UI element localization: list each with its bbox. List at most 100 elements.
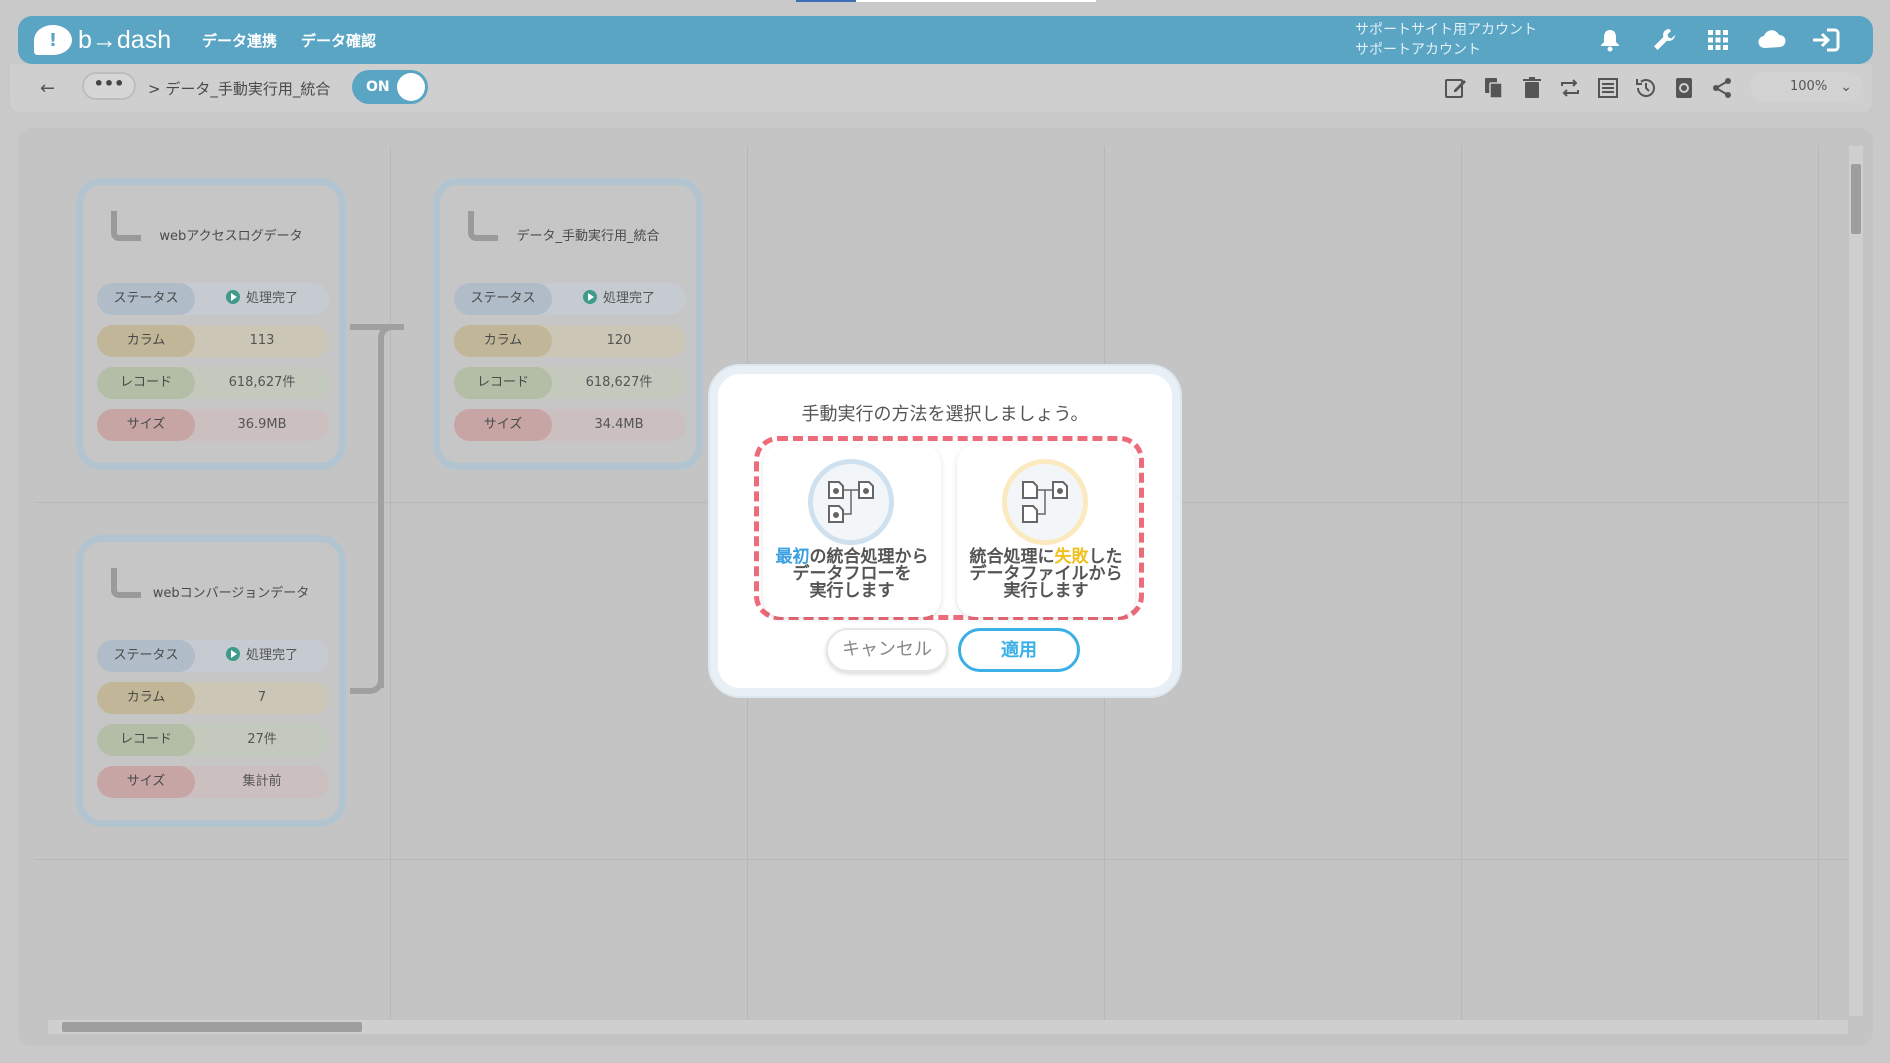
status-label: ステータス xyxy=(454,283,552,315)
copy-icon[interactable] xyxy=(1478,72,1510,104)
size-value: 36.9MB xyxy=(237,417,287,432)
record-row: レコード 27件 xyxy=(97,724,329,756)
size-row: サイズ 34.4MB xyxy=(454,409,686,441)
zoom-select[interactable]: 100% ⌄ xyxy=(1750,72,1862,102)
status-row: ステータス 処理完了 xyxy=(97,283,329,315)
connector-line xyxy=(350,648,384,694)
column-label: カラム xyxy=(97,325,195,357)
cloud-icon[interactable] xyxy=(1755,24,1789,56)
option2-line3: 実行します xyxy=(1003,581,1089,601)
column-row: カラム 120 xyxy=(454,325,686,357)
record-label: レコード xyxy=(97,367,195,399)
top-progress-accent xyxy=(796,0,856,2)
logo[interactable]: ! b→dash xyxy=(34,22,171,58)
account-user: サポートアカウント xyxy=(1355,42,1481,58)
history-icon[interactable] xyxy=(1630,72,1662,104)
option-run-from-failed-text: 統合処理に失敗した データファイルから 実行します xyxy=(961,549,1131,600)
record-value: 618,627件 xyxy=(228,375,296,390)
edit-icon[interactable] xyxy=(1440,72,1472,104)
logo-text: b→dash xyxy=(78,25,172,54)
column-label: カラム xyxy=(97,682,195,714)
data-node[interactable]: webコンバージョンデータ ステータス 処理完了 カラム 7 レコード 27件 サイズ… xyxy=(76,535,346,827)
flow-from-failed-icon xyxy=(1002,459,1088,545)
more-button[interactable]: ••• xyxy=(82,72,136,100)
list-icon[interactable] xyxy=(1592,72,1624,104)
dialog-heading: 手動実行の方法を選択しましょう。 xyxy=(801,404,1089,425)
node-title: webコンバージョンデータ xyxy=(152,586,310,601)
column-row: カラム 113 xyxy=(97,325,329,357)
option-run-from-start[interactable]: 最初の統合処理から データフローを 実行します xyxy=(763,445,941,617)
node-title: webアクセスログデータ xyxy=(159,229,303,244)
horizontal-scrollbar[interactable] xyxy=(48,1020,1848,1034)
account-name: サポートサイト用アカウント xyxy=(1355,22,1537,38)
toggle-knob xyxy=(397,73,425,101)
zoom-value: 100% xyxy=(1790,79,1828,94)
bell-icon[interactable] xyxy=(1593,24,1627,56)
size-row: サイズ 集計前 xyxy=(97,766,329,798)
main-nav: データ連携 データ確認 xyxy=(202,30,376,51)
grid-line xyxy=(34,859,1854,860)
column-value: 113 xyxy=(249,333,275,348)
status-label: ステータス xyxy=(97,640,195,672)
data-node[interactable]: webアクセスログデータ ステータス 処理完了 カラム 113 レコード 618,62… xyxy=(76,178,346,470)
column-value: 7 xyxy=(257,690,267,705)
toolbar-icons xyxy=(1440,72,1738,104)
play-icon xyxy=(582,290,597,304)
status-value: 処理完了 xyxy=(195,283,329,315)
nav-data-integration[interactable]: データ連携 xyxy=(202,30,277,51)
status-value-text: 処理完了 xyxy=(245,291,298,306)
option1-line3: 実行します xyxy=(809,581,895,601)
app-header: ! b→dash データ連携 データ確認 サポートサイト用アカウント サポートア… xyxy=(18,16,1873,64)
logout-icon[interactable] xyxy=(1809,24,1843,56)
size-label: サイズ xyxy=(454,409,552,441)
wrench-icon[interactable] xyxy=(1647,24,1681,56)
status-value: 処理完了 xyxy=(552,283,686,315)
size-label: サイズ xyxy=(97,409,195,441)
node-title: データ_手動実行用_統合 xyxy=(516,229,660,244)
account-info[interactable]: サポートサイト用アカウント サポートアカウント xyxy=(1355,20,1537,60)
apply-button[interactable]: 適用 xyxy=(958,628,1080,672)
column-value: 120 xyxy=(606,333,632,348)
record-label: レコード xyxy=(97,724,195,756)
vertical-scrollbar[interactable] xyxy=(1849,146,1863,1016)
column-row: カラム 7 xyxy=(97,682,329,714)
scrollbar-thumb[interactable] xyxy=(62,1022,362,1032)
scrollbar-thumb[interactable] xyxy=(1851,164,1861,234)
back-arrow-icon[interactable]: ← xyxy=(40,78,55,99)
status-value-text: 処理完了 xyxy=(245,648,298,663)
share-icon[interactable] xyxy=(1706,72,1738,104)
status-row: ステータス 処理完了 xyxy=(454,283,686,315)
record-value: 618,627件 xyxy=(585,375,653,390)
option-run-from-start-text: 最初の統合処理から データフローを 実行します xyxy=(767,549,937,600)
size-value: 34.4MB xyxy=(594,417,644,432)
size-value: 集計前 xyxy=(242,774,282,789)
status-row: ステータス 処理完了 xyxy=(97,640,329,672)
repeat-icon[interactable] xyxy=(1554,72,1586,104)
size-row: サイズ 36.9MB xyxy=(97,409,329,441)
cancel-button[interactable]: キャンセル xyxy=(826,628,948,672)
grid-line xyxy=(1818,146,1819,1026)
play-icon xyxy=(225,647,240,661)
sub-toolbar: ← ••• > データ_手動実行用_統合 ON 100% ⌄ xyxy=(10,64,1872,112)
toggle-label: ON xyxy=(366,79,390,95)
data-node[interactable]: データ_手動実行用_統合 ステータス 処理完了 カラム 120 レコード 618,62… xyxy=(433,178,703,470)
trash-icon[interactable] xyxy=(1516,72,1548,104)
nav-data-check[interactable]: データ確認 xyxy=(301,30,376,51)
record-value: 27件 xyxy=(247,732,277,747)
record-row: レコード 618,627件 xyxy=(97,367,329,399)
grid-line xyxy=(1461,146,1462,1026)
header-icons xyxy=(1593,24,1843,56)
size-label: サイズ xyxy=(97,766,195,798)
top-progress-line xyxy=(796,0,1096,2)
status-label: ステータス xyxy=(97,283,195,315)
column-label: カラム xyxy=(454,325,552,357)
logo-bubble-icon: ! xyxy=(34,25,72,55)
apps-grid-icon[interactable] xyxy=(1701,24,1735,56)
connector-line xyxy=(378,324,402,688)
play-icon xyxy=(225,290,240,304)
breadcrumb: > データ_手動実行用_統合 xyxy=(148,80,331,98)
manual-run-dialog: 手動実行の方法を選択しましょう。 最初の統合処理から データフローを 実行します xyxy=(710,366,1180,696)
option-run-from-failed[interactable]: 統合処理に失敗した データファイルから 実行します xyxy=(957,445,1135,617)
refresh-icon[interactable] xyxy=(1668,72,1700,104)
on-off-toggle[interactable]: ON xyxy=(352,70,428,104)
